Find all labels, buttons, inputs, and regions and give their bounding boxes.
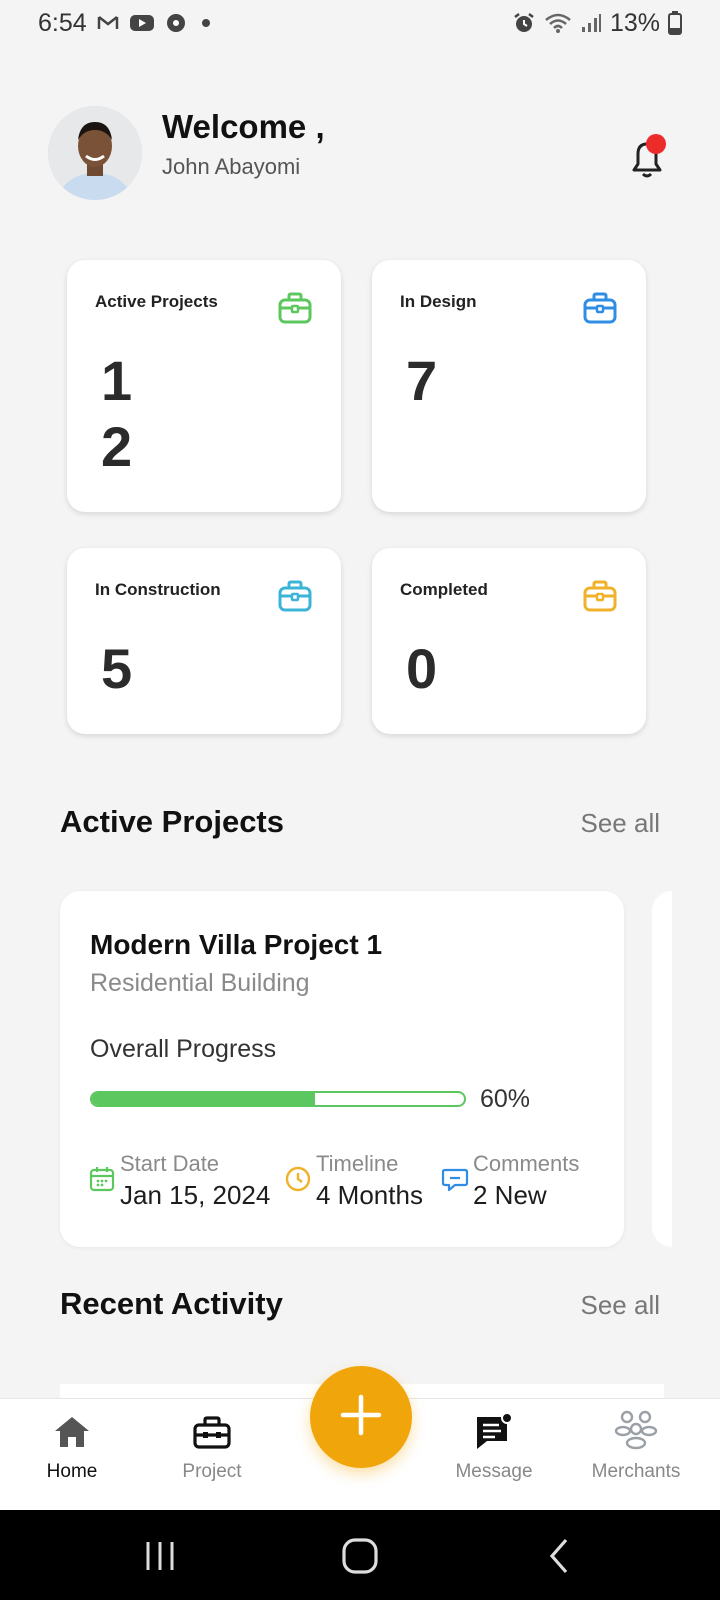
welcome-heading: Welcome , xyxy=(162,108,325,145)
comment-icon xyxy=(441,1165,469,1193)
nav-merchants[interactable]: Merchants xyxy=(576,1409,696,1483)
toolbox-icon xyxy=(189,1409,235,1455)
start-date-meta: Start Date Jan 15, 2024 xyxy=(88,1151,270,1213)
progress-bar-fill xyxy=(92,1093,316,1105)
user-name: John Abayomi xyxy=(162,154,301,179)
avatar[interactable] xyxy=(48,106,142,200)
comments-label: Comments xyxy=(473,1151,580,1176)
home-system-icon[interactable] xyxy=(338,1534,382,1578)
nav-project[interactable]: Project xyxy=(152,1409,272,1483)
timeline-value: 4 Months xyxy=(316,1180,423,1210)
stat-value: 1 2 xyxy=(101,349,133,478)
stat-title: In Construction xyxy=(95,580,221,599)
timeline-label: Timeline xyxy=(316,1151,399,1176)
youtube-icon xyxy=(129,13,155,33)
recent-activity-heading: Recent Activity xyxy=(60,1286,283,1321)
stat-card-in-construction[interactable]: In Construction 5 xyxy=(67,548,341,734)
stat-value: 0 xyxy=(406,637,438,700)
stat-value: 7 xyxy=(406,349,438,412)
nav-project-label: Project xyxy=(182,1461,242,1482)
merchants-group-icon xyxy=(613,1409,659,1455)
recent-activity-see-all-link[interactable]: See all xyxy=(581,1290,661,1321)
signal-icon xyxy=(580,12,602,34)
briefcase-icon xyxy=(277,578,313,614)
gmail-icon xyxy=(97,14,119,32)
project-type: Residential Building xyxy=(90,969,310,997)
home-icon xyxy=(49,1409,95,1455)
message-icon xyxy=(471,1409,517,1455)
stat-card-active-projects[interactable]: Active Projects 1 2 xyxy=(67,260,341,512)
project-card[interactable]: Modern Villa Project 1 Residential Build… xyxy=(60,891,624,1247)
plus-icon xyxy=(339,1393,383,1442)
start-date-label: Start Date xyxy=(120,1151,220,1176)
soccer-ball-icon xyxy=(165,12,187,34)
status-time: 6:54 xyxy=(38,8,87,37)
clock-icon xyxy=(284,1165,312,1193)
briefcase-icon xyxy=(582,290,618,326)
progress-label: Overall Progress xyxy=(90,1035,277,1063)
briefcase-icon xyxy=(582,578,618,614)
stat-title: In Design xyxy=(400,292,477,311)
notification-badge xyxy=(646,134,666,154)
add-button[interactable] xyxy=(310,1366,412,1468)
project-name: Modern Villa Project 1 xyxy=(90,929,383,960)
nav-message[interactable]: Message xyxy=(434,1409,554,1483)
back-icon[interactable] xyxy=(538,1534,582,1578)
stat-title: Completed xyxy=(400,580,488,599)
start-date-value: Jan 15, 2024 xyxy=(120,1180,271,1210)
stat-card-completed[interactable]: Completed 0 xyxy=(372,548,646,734)
status-bar: 6:54 13% xyxy=(0,0,720,46)
stat-title: Active Projects xyxy=(95,292,218,311)
next-project-card-peek[interactable] xyxy=(652,891,672,1247)
dot-icon xyxy=(197,14,215,32)
comments-meta: Comments 2 New xyxy=(441,1151,579,1213)
wifi-icon xyxy=(544,12,572,34)
nav-home[interactable]: Home xyxy=(12,1409,132,1483)
nav-home-label: Home xyxy=(46,1461,98,1482)
stat-card-in-design[interactable]: In Design 7 xyxy=(372,260,646,512)
comments-value: 2 New xyxy=(473,1180,547,1210)
progress-bar xyxy=(90,1091,466,1107)
progress-percent: 60% xyxy=(480,1085,531,1113)
recent-apps-icon[interactable] xyxy=(138,1534,182,1578)
system-navigation-bar xyxy=(0,1510,720,1600)
battery-percent: 13% xyxy=(609,8,660,37)
calendar-icon xyxy=(88,1165,116,1193)
stat-value: 5 xyxy=(101,637,133,700)
nav-merchants-label: Merchants xyxy=(591,1461,681,1482)
nav-message-label: Message xyxy=(455,1461,533,1482)
active-projects-see-all-link[interactable]: See all xyxy=(581,808,661,839)
briefcase-icon xyxy=(277,290,313,326)
timeline-meta: Timeline 4 Months xyxy=(284,1151,423,1213)
battery-charging-icon xyxy=(668,11,682,35)
alarm-icon xyxy=(512,11,536,35)
active-projects-heading: Active Projects xyxy=(60,804,284,839)
